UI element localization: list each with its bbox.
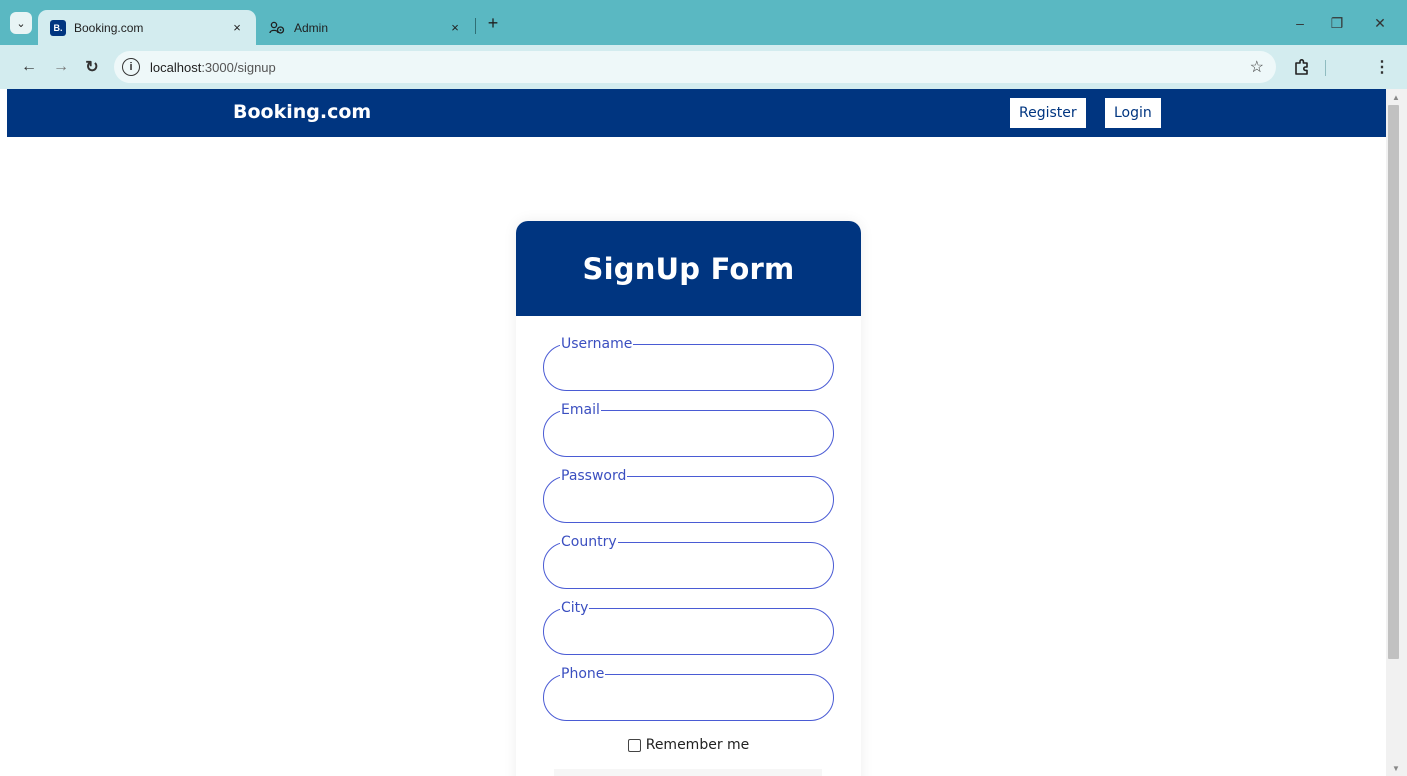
puzzle-icon bbox=[1295, 59, 1308, 75]
site-navbar: Booking.com Register Login bbox=[7, 89, 1386, 137]
reload-icon[interactable]: ↻ bbox=[81, 56, 103, 78]
phone-input[interactable] bbox=[558, 689, 820, 713]
tab-search-button[interactable]: ⌄ bbox=[10, 12, 32, 34]
register-button[interactable]: Register bbox=[1010, 98, 1086, 128]
url-host: localhost bbox=[150, 59, 202, 75]
submit-button-partial[interactable] bbox=[554, 769, 822, 776]
city-field[interactable]: City bbox=[543, 600, 834, 655]
browser-toolbar: ← → ↻ i localhost:3000/signup ☆ ⋮ bbox=[0, 45, 1407, 89]
signup-title: SignUp Form bbox=[582, 251, 795, 286]
page-scrollbar[interactable]: ▲ ▼ bbox=[1386, 89, 1407, 776]
close-icon[interactable]: × bbox=[446, 20, 464, 35]
new-tab-button[interactable]: + bbox=[482, 12, 504, 34]
username-label: Username bbox=[560, 336, 634, 352]
email-label: Email bbox=[560, 402, 601, 418]
page-viewport: Booking.com Register Login SignUp Form U… bbox=[7, 89, 1386, 776]
url-path: :3000/signup bbox=[201, 59, 276, 75]
booking-favicon-icon: B. bbox=[50, 19, 66, 36]
password-label: Password bbox=[560, 468, 628, 484]
extensions-puzzle-icon[interactable] bbox=[1290, 55, 1314, 79]
remember-me-label[interactable]: Remember me bbox=[646, 737, 750, 753]
phone-label: Phone bbox=[560, 666, 606, 682]
address-bar[interactable]: i localhost:3000/signup ☆ bbox=[114, 51, 1276, 83]
signup-card: SignUp Form Username Email Password Coun… bbox=[516, 221, 861, 776]
tab-admin[interactable]: Admin × bbox=[258, 10, 474, 45]
scroll-down-arrow-icon[interactable]: ▼ bbox=[1390, 762, 1402, 774]
tab-title: Admin bbox=[294, 20, 329, 35]
toolbar-divider bbox=[1325, 60, 1326, 76]
username-field[interactable]: Username bbox=[543, 336, 834, 391]
tab-booking[interactable]: B. Booking.com × bbox=[38, 10, 256, 45]
password-field[interactable]: Password bbox=[543, 468, 834, 523]
chevron-down-icon: ⌄ bbox=[16, 17, 26, 30]
admin-users-icon bbox=[269, 21, 285, 34]
city-label: City bbox=[560, 600, 590, 616]
scroll-up-arrow-icon[interactable]: ▲ bbox=[1390, 91, 1402, 103]
country-label: Country bbox=[560, 534, 618, 550]
login-button[interactable]: Login bbox=[1105, 98, 1161, 128]
country-input[interactable] bbox=[558, 557, 820, 581]
remember-me-row[interactable]: Remember me bbox=[516, 737, 861, 753]
forward-arrow-icon[interactable]: → bbox=[50, 56, 72, 78]
city-input[interactable] bbox=[558, 623, 820, 647]
close-icon[interactable]: × bbox=[228, 20, 246, 35]
remember-me-checkbox[interactable] bbox=[627, 738, 641, 752]
email-field[interactable]: Email bbox=[543, 402, 834, 457]
tab-divider bbox=[475, 18, 476, 34]
address-url[interactable]: localhost:3000/signup bbox=[150, 60, 276, 75]
window-close-button[interactable]: ✕ bbox=[1365, 12, 1395, 34]
admin-icon bbox=[268, 20, 286, 36]
minimize-button[interactable]: – bbox=[1285, 12, 1315, 34]
password-input[interactable] bbox=[558, 491, 820, 515]
browser-tab-strip: ⌄ B. Booking.com × Admin × + – ❐ ✕ bbox=[0, 0, 1407, 45]
back-arrow-icon[interactable]: ← bbox=[18, 56, 40, 78]
country-field[interactable]: Country bbox=[543, 534, 834, 589]
more-menu-icon[interactable]: ⋮ bbox=[1372, 55, 1392, 79]
site-info-icon[interactable]: i bbox=[122, 58, 140, 76]
scrollbar-thumb[interactable] bbox=[1388, 105, 1399, 659]
brand-logo[interactable]: Booking.com bbox=[233, 101, 371, 123]
tab-title: Booking.com bbox=[74, 20, 144, 35]
email-input[interactable] bbox=[558, 425, 820, 449]
signup-card-header: SignUp Form bbox=[516, 221, 861, 316]
username-input[interactable] bbox=[558, 359, 820, 383]
restore-button[interactable]: ❐ bbox=[1322, 12, 1352, 34]
phone-field[interactable]: Phone bbox=[543, 666, 834, 721]
bookmark-star-icon[interactable]: ☆ bbox=[1250, 57, 1264, 77]
